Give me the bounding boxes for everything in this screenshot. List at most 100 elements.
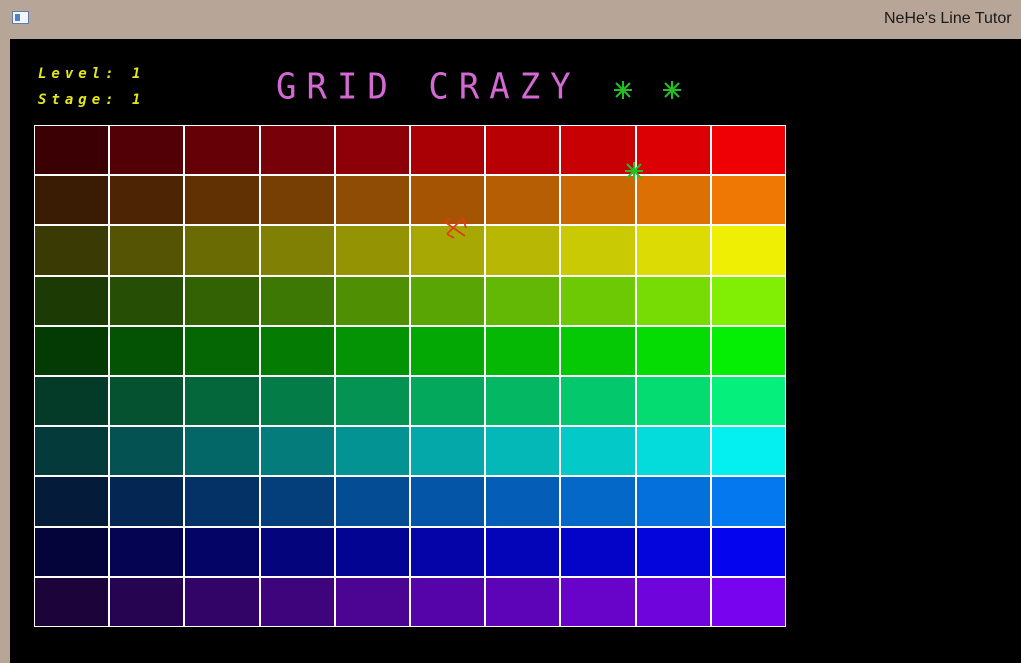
grid-cell (711, 126, 785, 175)
grid-cell (636, 176, 710, 225)
grid-cell (410, 477, 485, 526)
grid-cell (110, 377, 184, 426)
color-grid (34, 125, 786, 627)
grid-cell (335, 377, 409, 426)
grid-cell (260, 427, 334, 476)
grid-cell (410, 126, 485, 175)
grid-cell (35, 226, 109, 275)
grid-cell (711, 377, 785, 426)
app-window-icon[interactable] (12, 11, 29, 24)
grid-cell (110, 527, 184, 576)
grid-cell (110, 577, 184, 626)
grid-cell (185, 176, 259, 225)
level-display: Level: 1 (38, 66, 145, 82)
stage-value: 1 (132, 92, 146, 108)
grid-cell (335, 577, 409, 626)
grid-cell (636, 126, 710, 175)
grid-cell (35, 527, 109, 576)
grid-cell (486, 226, 560, 275)
grid-cell (110, 326, 184, 375)
grid-cell (486, 427, 560, 476)
grid-cell (711, 326, 785, 375)
grid-cell (35, 427, 109, 476)
grid-cell (185, 527, 259, 576)
grid-cell (260, 477, 334, 526)
grid-cell (185, 427, 259, 476)
grid-cell (35, 176, 109, 225)
game-viewport[interactable]: Level: 1 Stage: 1 GRID CRAZY (10, 39, 1021, 663)
grid-cell (335, 176, 409, 225)
grid-cell (636, 427, 710, 476)
grid-cell (711, 226, 785, 275)
grid-cell (35, 577, 109, 626)
grid-cell (711, 176, 785, 225)
grid-cell (486, 326, 560, 375)
grid-cell (335, 276, 409, 325)
grid-cell (711, 427, 785, 476)
grid-cell (110, 176, 184, 225)
grid-cell (335, 427, 409, 476)
grid-cell (110, 477, 184, 526)
grid-cell (486, 126, 560, 175)
grid-cell (561, 226, 635, 275)
grid-cell (35, 276, 109, 325)
grid-cell (561, 527, 635, 576)
enemy-asterisk-icon (625, 162, 643, 180)
grid-cell (486, 477, 560, 526)
grid-cell (185, 477, 259, 526)
grid-cell (410, 527, 485, 576)
grid-cell (260, 126, 334, 175)
grid-cell (110, 276, 184, 325)
grid-cell (636, 326, 710, 375)
grid-cell (35, 377, 109, 426)
stage-label: Stage: (38, 92, 119, 108)
grid-cell (260, 276, 334, 325)
grid-cell (110, 226, 184, 275)
grid-cell (486, 276, 560, 325)
grid-cell (260, 377, 334, 426)
window-title-bar[interactable]: NeHe's Line Tutor (0, 0, 1021, 39)
grid-cell (110, 126, 184, 175)
life-icon (614, 81, 632, 99)
grid-cell (260, 527, 334, 576)
window-title: NeHe's Line Tutor (884, 10, 1012, 27)
grid-cell (410, 276, 485, 325)
grid-cell (185, 377, 259, 426)
grid-cell (636, 377, 710, 426)
grid-cell (335, 477, 409, 526)
window-frame-left (0, 39, 10, 663)
grid-cell (636, 226, 710, 275)
grid-cell (711, 477, 785, 526)
grid-cell (636, 577, 710, 626)
grid-cell (561, 477, 635, 526)
grid-cell (410, 326, 485, 375)
grid-cell (636, 276, 710, 325)
grid-cell (561, 276, 635, 325)
grid-cell (260, 577, 334, 626)
grid-cell (260, 226, 334, 275)
grid-cell (711, 527, 785, 576)
grid-cell (335, 226, 409, 275)
grid-cell (335, 527, 409, 576)
grid-cell (335, 126, 409, 175)
grid-cell (335, 326, 409, 375)
grid-cell (260, 176, 334, 225)
player-hourglass-icon (444, 217, 467, 239)
grid-cell (636, 477, 710, 526)
grid-cell (561, 326, 635, 375)
grid-cell (35, 326, 109, 375)
grid-cell (486, 377, 560, 426)
grid-cell (711, 276, 785, 325)
grid-cell (110, 427, 184, 476)
grid-cell (486, 577, 560, 626)
level-value: 1 (132, 66, 146, 82)
grid-cell (410, 377, 485, 426)
grid-cell (636, 527, 710, 576)
grid-cell (561, 176, 635, 225)
grid-cell (410, 577, 485, 626)
grid-cell (185, 226, 259, 275)
grid-cell (35, 126, 109, 175)
grid-cell (185, 577, 259, 626)
grid-cell (185, 326, 259, 375)
grid-cell (35, 477, 109, 526)
